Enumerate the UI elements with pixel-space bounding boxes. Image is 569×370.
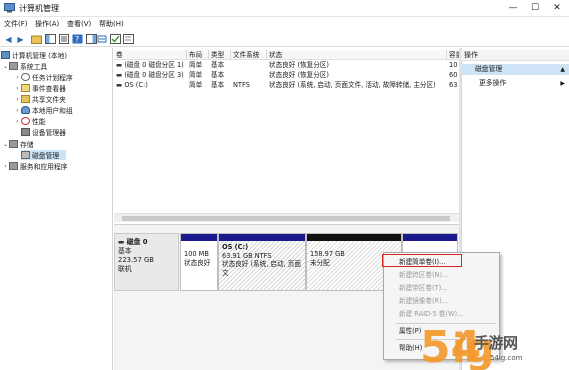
tree-item-event-viewer[interactable]: › 事件查看器 (14, 83, 66, 93)
collapse-up-icon[interactable]: ▲ (560, 64, 565, 75)
tree-item-storage[interactable]: ⌄ 存储 (2, 139, 34, 149)
column-header-layout[interactable]: 布局 (187, 50, 209, 60)
chevron-right-icon[interactable]: › (14, 118, 21, 125)
chevron-down-icon[interactable]: ⌄ (2, 141, 9, 148)
properties-icon[interactable] (59, 34, 70, 44)
actions-section-disk-management[interactable]: 磁盘管理 ▲ (461, 64, 569, 75)
chevron-down-icon[interactable]: ⌄ (2, 63, 9, 70)
partition-os-c[interactable]: OS (C:) 63.91 GB NTFS 状态良好 (系统, 启动, 页面文 (218, 233, 306, 291)
horizontal-scrollbar[interactable] (114, 213, 459, 222)
menu-bar: 文件(F) 操作(A) 查看(V) 帮助(H) (0, 17, 569, 31)
disk-management-icon (21, 151, 30, 159)
device-manager-icon (21, 128, 30, 136)
chevron-right-icon[interactable]: › (14, 85, 21, 92)
navigation-tree: 计算机管理 (本地) ⌄ 系统工具 › 任务计划程序 › 事件查看器 › 共享文… (0, 48, 113, 370)
title-bar: 计算机管理 — ☐ ✕ (0, 0, 569, 17)
column-header-capacity[interactable]: 容量 (447, 50, 459, 60)
svg-text:?: ? (75, 35, 79, 44)
check-icon[interactable] (110, 34, 121, 44)
tree-item-disk-management[interactable]: 磁盘管理 (21, 150, 66, 160)
table-row[interactable]: ▬ (磁盘 0 磁盘分区 1) 简单 基本 状态良好 (恢复分区) 10 (114, 61, 459, 70)
connect-icon[interactable] (97, 34, 108, 44)
highlight-box (382, 254, 462, 267)
column-header-status[interactable]: 状态 (267, 50, 447, 60)
disk-0-label[interactable]: ▬ 磁盘 0 基本 223.57 GB 联机 (114, 233, 179, 291)
menu-item-new-striped-volume: 新建带区卷(T)... (399, 284, 448, 292)
computer-icon (1, 51, 10, 59)
back-icon[interactable]: ◀ (3, 34, 14, 44)
computer-management-icon (4, 3, 15, 13)
tree-item-root[interactable]: 计算机管理 (本地) (1, 50, 67, 60)
table-row[interactable]: ▬ OS (C:) 简单 基本 NTFS 状态良好 (系统, 启动, 页面文件,… (114, 81, 459, 90)
show-hide-tree-icon[interactable] (45, 34, 56, 44)
window-title: 计算机管理 (19, 4, 59, 13)
tree-item-local-users[interactable]: › 本地用户和组 (14, 105, 73, 115)
menu-view[interactable]: 查看(V) (67, 19, 91, 29)
chevron-right-icon: ▶ (560, 80, 565, 87)
minimize-button[interactable]: — (502, 0, 524, 16)
tree-item-device-manager[interactable]: 设备管理器 (21, 127, 66, 137)
column-header-volume[interactable]: 卷 (114, 50, 187, 60)
maximize-button[interactable]: ☐ (524, 0, 546, 16)
actions-more[interactable]: 更多操作 ▶ (461, 78, 569, 89)
tree-item-performance[interactable]: › 性能 (14, 116, 46, 126)
services-icon (9, 162, 18, 170)
watermark-text: 手游网 (474, 334, 518, 352)
column-header-filesystem[interactable]: 文件系统 (231, 50, 267, 60)
forward-icon[interactable]: ▶ (15, 34, 26, 44)
show-hide-action-pane-icon[interactable] (86, 34, 97, 44)
toolbar: ◀ ▶ ? (0, 31, 569, 47)
partition-recovery[interactable]: 100 MB 状态良好 (180, 233, 218, 291)
chevron-right-icon[interactable]: › (14, 96, 21, 103)
column-header-type[interactable]: 类型 (209, 50, 231, 60)
scrollbar-thumb[interactable] (122, 216, 450, 221)
menu-help[interactable]: 帮助(H) (99, 19, 124, 29)
tree-item-services-apps[interactable]: › 服务和应用程序 (2, 161, 68, 171)
menu-item-new-spanned-volume: 新建跨区卷(N)... (399, 271, 449, 279)
actions-title: 操作 (461, 50, 569, 61)
refresh-list-icon[interactable] (123, 34, 134, 44)
shared-folder-icon (21, 95, 30, 103)
table-row[interactable]: ▬ (磁盘 0 磁盘分区 3) 简单 基本 状态良好 (恢复分区) 60 (114, 71, 459, 80)
help-icon[interactable]: ? (72, 34, 83, 44)
chevron-right-icon[interactable]: › (14, 107, 21, 114)
chevron-right-icon[interactable]: › (14, 74, 21, 81)
menu-action[interactable]: 操作(A) (35, 19, 59, 29)
performance-icon (21, 117, 30, 125)
tools-icon (9, 62, 18, 70)
close-button[interactable]: ✕ (546, 0, 568, 16)
tree-item-shared-folders[interactable]: › 共享文件夹 (14, 94, 66, 104)
storage-icon (9, 140, 18, 148)
volume-list-header: 卷 布局 类型 文件系统 状态 容量 (114, 50, 459, 60)
watermark-url: 54ig.com (490, 354, 523, 362)
menu-item-new-mirrored-volume: 新建镜像卷(R)... (399, 297, 448, 305)
tree-item-task-scheduler[interactable]: › 任务计划程序 (14, 72, 73, 82)
clock-icon (21, 73, 30, 81)
menu-file[interactable]: 文件(F) (4, 19, 28, 29)
chevron-right-icon[interactable]: › (2, 163, 9, 170)
tree-item-system-tools[interactable]: ⌄ 系统工具 (2, 61, 47, 71)
up-folder-icon[interactable] (31, 34, 42, 44)
event-viewer-icon (21, 84, 30, 92)
users-icon (21, 106, 30, 114)
